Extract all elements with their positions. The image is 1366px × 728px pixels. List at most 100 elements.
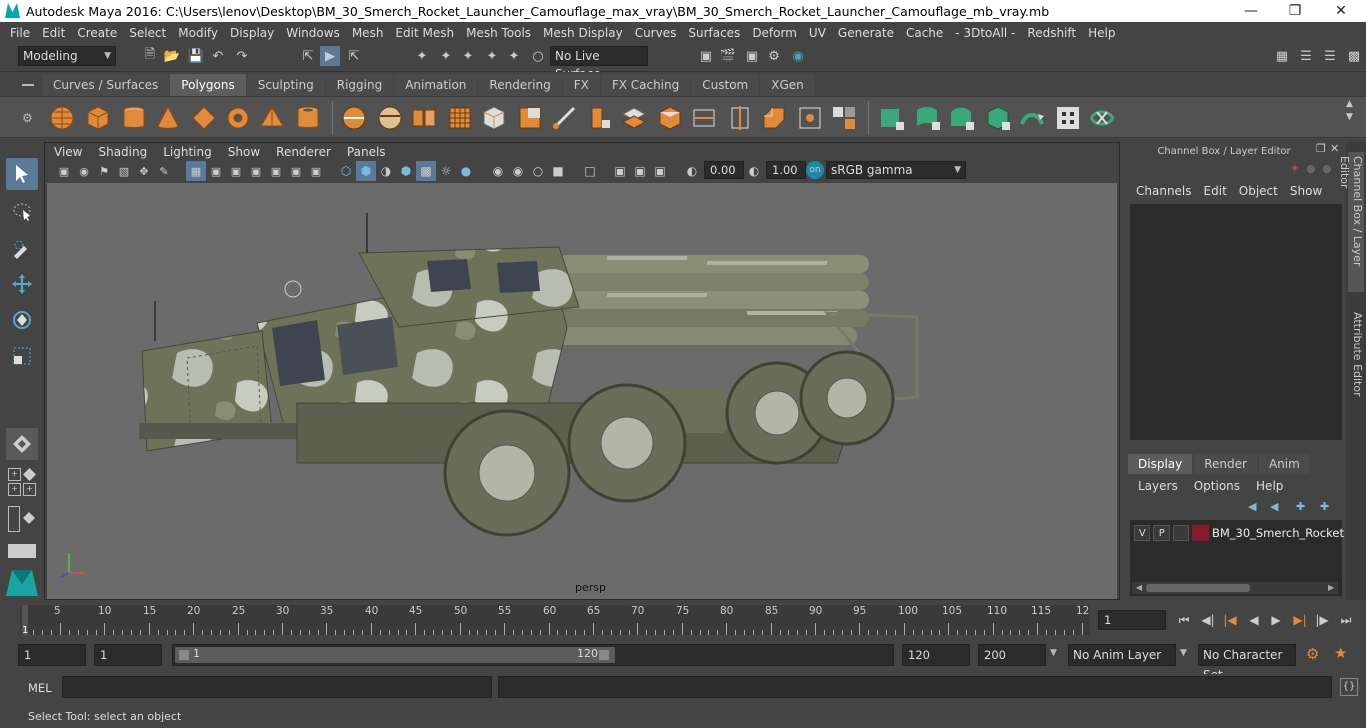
uv-cylindrical-icon[interactable] [914, 104, 942, 132]
channels-menu[interactable]: Channels [1124, 184, 1192, 198]
layer-visibility-toggle[interactable]: V [1134, 525, 1151, 541]
tab-fx[interactable]: FX [562, 74, 600, 96]
move-layer-down-icon[interactable]: ◀ [1270, 500, 1278, 513]
use-all-lights-icon[interactable]: ☼ [436, 161, 456, 181]
screen-space-ao-icon[interactable]: ◉ [488, 161, 508, 181]
gamma-field[interactable]: 1.00 [766, 161, 806, 179]
tab-polygons[interactable]: Polygons [170, 74, 246, 96]
shelf-scroll-up-icon[interactable]: ▲ [1346, 99, 1353, 109]
append-icon[interactable] [620, 104, 648, 132]
multi-cut-icon[interactable] [726, 104, 754, 132]
menu-generate[interactable]: Generate [832, 26, 900, 40]
maya-home-icon[interactable] [4, 566, 40, 598]
rotate-tool-icon[interactable] [6, 304, 38, 336]
restore-icon[interactable]: ❐ [1272, 0, 1318, 22]
grease-pencil-icon[interactable]: ✎ [154, 161, 174, 181]
edit-menu[interactable]: Edit [1192, 184, 1227, 198]
end-time-field[interactable]: 200 [978, 644, 1046, 666]
menu-display[interactable]: Display [224, 26, 280, 40]
tab-anim[interactable]: Anim [1258, 454, 1310, 474]
layout-diamond-icon[interactable] [23, 468, 36, 481]
2d-pan-icon[interactable]: ✥ [134, 161, 154, 181]
merge-icon[interactable] [830, 104, 858, 132]
layout-vertical-icon[interactable] [8, 506, 36, 534]
playback-end-field[interactable]: 120 [902, 644, 970, 666]
xray-icon[interactable]: ▣ [610, 161, 630, 181]
separate-icon[interactable] [376, 104, 404, 132]
poly-cube-icon[interactable] [84, 104, 112, 132]
snap-curve-icon[interactable]: ✦ [436, 46, 456, 66]
tab-rigging[interactable]: Rigging [325, 74, 394, 96]
channel-toggle-icon[interactable]: ▩ [1344, 46, 1364, 66]
poly-pyramid-icon[interactable] [258, 104, 286, 132]
range-slider[interactable]: 1 120 [172, 644, 894, 666]
film-gate-icon[interactable]: ▣ [206, 161, 226, 181]
timeline-ruler[interactable]: 5 10 15 20 25 30 35 40 45 50 55 60 65 70 75 80 85 90 95 100… [20, 605, 1090, 636]
poly-torus-icon[interactable] [224, 104, 252, 132]
show-menu[interactable]: Show [1278, 184, 1322, 198]
move-tool-icon[interactable] [6, 268, 38, 300]
uv-unfold-icon[interactable] [1018, 104, 1046, 132]
poly-cone-icon[interactable] [154, 104, 182, 132]
depth-of-field-icon[interactable]: ■ [548, 161, 568, 181]
safe-title-icon[interactable]: ▣ [306, 161, 326, 181]
insert-edge-loop-icon[interactable] [690, 104, 718, 132]
layout-plus-2-icon[interactable]: + [8, 483, 21, 496]
tab-render[interactable]: Render [1194, 454, 1257, 474]
poly-pipe-icon[interactable] [294, 104, 322, 132]
xray-components-icon[interactable]: ▣ [650, 161, 670, 181]
menu-3dtoall[interactable]: - 3DtoAll - [949, 26, 1021, 40]
tab-animation[interactable]: Animation [394, 74, 478, 96]
wireframe-icon[interactable]: ⬡ [336, 161, 356, 181]
menu-uv[interactable]: UV [803, 26, 832, 40]
tab-custom[interactable]: Custom [691, 74, 760, 96]
mode-dropdown[interactable]: Modeling ▼ [18, 46, 116, 66]
camera-select-icon[interactable]: ▣ [54, 161, 74, 181]
manipulator-icon[interactable]: ✦ [1290, 162, 1299, 175]
snap-surface-icon[interactable]: ✦ [504, 46, 524, 66]
layer-row[interactable]: V P BM_30_Smerch_Rocket [1134, 524, 1344, 542]
character-set-dropdown[interactable]: No Character Set [1198, 644, 1296, 682]
layer-type-toggle[interactable] [1172, 525, 1190, 541]
motion-blur-icon[interactable]: ◉ [508, 161, 528, 181]
new-scene-icon[interactable]: 🗎 [140, 46, 160, 66]
select-hierarchy-icon[interactable]: ⇱ [298, 46, 318, 66]
preferences-icon[interactable]: ★ [1334, 644, 1347, 662]
tab-curves-surfaces[interactable]: Curves / Surfaces [42, 74, 170, 96]
smooth-icon[interactable] [446, 104, 474, 132]
shelf-scroll-down-icon[interactable]: ▼ [1346, 112, 1353, 122]
layer-playback-toggle[interactable]: P [1153, 525, 1170, 541]
mirror-icon[interactable] [410, 104, 438, 132]
isolate-select-icon[interactable]: □ [580, 161, 600, 181]
tab-rendering[interactable]: Rendering [478, 74, 562, 96]
step-back-key-icon[interactable]: |◀ [1220, 612, 1240, 628]
poly-sphere-icon[interactable] [48, 104, 76, 132]
command-language-label[interactable]: MEL [28, 681, 52, 695]
persp-viewport[interactable]: persp [47, 183, 1117, 599]
lasso-tool-icon[interactable] [6, 196, 38, 228]
go-to-start-icon[interactable]: ⏮ [1174, 612, 1194, 628]
gamma-icon[interactable]: ◐ [744, 161, 764, 181]
range-handle-left-icon[interactable] [179, 650, 189, 660]
save-scene-icon[interactable]: 💾 [186, 46, 206, 66]
range-handle-right-icon[interactable] [599, 650, 609, 660]
live-surface-icon[interactable]: ○ [528, 46, 548, 66]
menu-edit[interactable]: Edit [36, 26, 71, 40]
menu-windows[interactable]: Windows [280, 26, 346, 40]
tab-channel-box-layer-editor[interactable]: Channel Box / Layer Editor [1338, 152, 1364, 292]
select-tool-icon[interactable] [6, 158, 38, 190]
combine-icon[interactable] [340, 104, 368, 132]
live-surface-field[interactable]: No Live Surface [550, 46, 648, 81]
speed-icon[interactable]: ● [1306, 162, 1316, 175]
default-material-icon[interactable]: ⬢ [396, 161, 416, 181]
current-frame-field[interactable]: 1 [1098, 610, 1166, 630]
tab-fx-caching[interactable]: FX Caching [600, 74, 691, 96]
current-time-marker[interactable]: 1 [22, 605, 28, 636]
move-layer-up-icon[interactable]: ◀ [1248, 500, 1256, 513]
help-menu[interactable]: Help [1256, 479, 1283, 493]
uv-planar-icon[interactable] [878, 104, 906, 132]
paint-select-tool-icon[interactable] [6, 232, 38, 264]
menu-mesh[interactable]: Mesh [346, 26, 390, 40]
bookmark-icon[interactable]: ⚑ [94, 161, 114, 181]
layer-name[interactable]: BM_30_Smerch_Rocket [1212, 526, 1344, 540]
